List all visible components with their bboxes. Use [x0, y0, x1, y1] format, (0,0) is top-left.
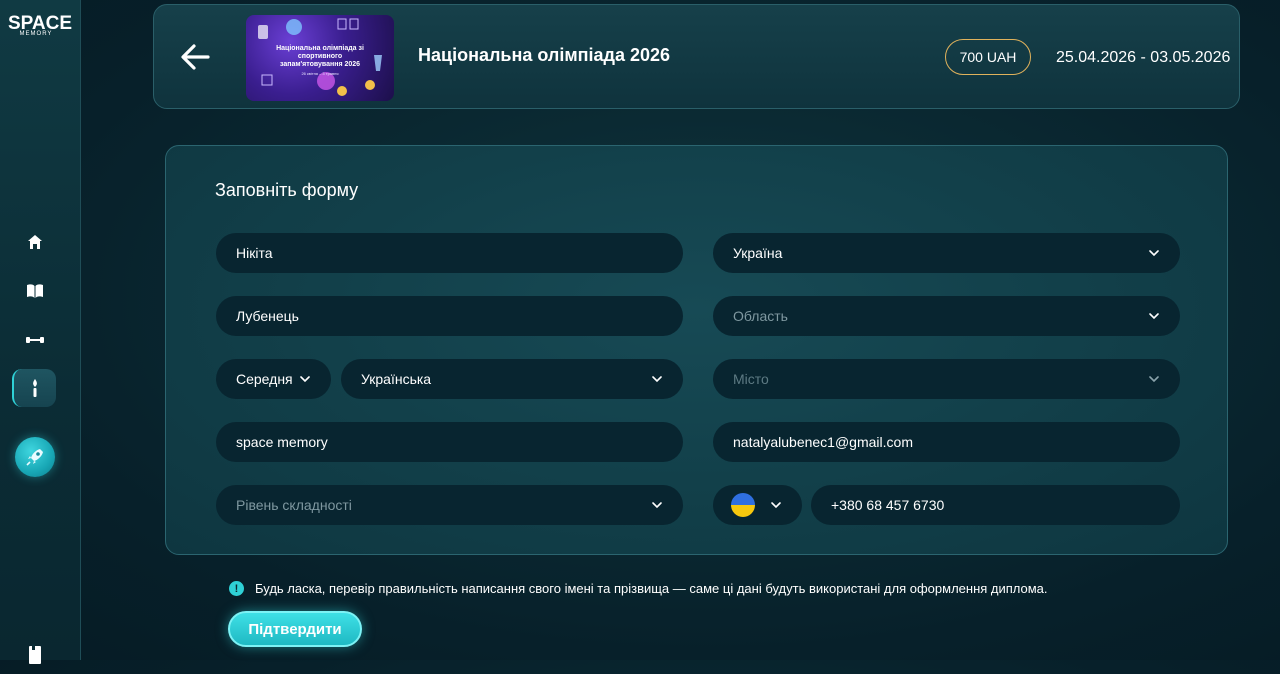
- language-value: Українська: [361, 371, 432, 387]
- organization-value: space memory: [236, 434, 328, 450]
- city-select[interactable]: Місто: [713, 359, 1180, 399]
- book-icon[interactable]: [15, 271, 55, 311]
- confirm-button[interactable]: Підтвердити: [228, 611, 362, 647]
- school-type-value: Середня: [236, 371, 293, 387]
- first-name-value: Нікіта: [236, 245, 273, 261]
- country-select[interactable]: Україна: [713, 233, 1180, 273]
- chevron-down-icon: [300, 376, 310, 383]
- back-arrow-icon[interactable]: [180, 43, 212, 71]
- dumbbell-icon[interactable]: [15, 320, 55, 360]
- torch-icon[interactable]: [12, 369, 56, 407]
- logo[interactable]: SPACE MEMORY: [8, 14, 72, 50]
- phone-value: +380 68 457 6730: [831, 497, 945, 513]
- sidebar: SPACE MEMORY: [0, 0, 81, 664]
- phone-input[interactable]: +380 68 457 6730: [811, 485, 1180, 525]
- chevron-down-icon: [771, 502, 781, 509]
- difficulty-placeholder: Рівень складності: [236, 497, 352, 513]
- page-title: Національна олімпіада 2026: [418, 45, 670, 65]
- notice-text: Будь ласка, перевір правильність написан…: [255, 581, 1048, 596]
- chevron-down-icon: [1149, 313, 1159, 320]
- chevron-down-icon: [1149, 376, 1159, 383]
- phone-country-select[interactable]: [713, 485, 802, 525]
- region-placeholder: Область: [733, 308, 788, 324]
- door-icon[interactable]: [15, 634, 55, 674]
- chevron-down-icon: [652, 376, 662, 383]
- olympiad-header: Національна олімпіада зі спортивного зап…: [153, 4, 1240, 109]
- chevron-down-icon: [1149, 250, 1159, 257]
- language-select[interactable]: Українська: [341, 359, 683, 399]
- ukraine-flag-icon: [731, 493, 755, 517]
- price-badge: 700 UAH: [945, 39, 1031, 75]
- region-select[interactable]: Область: [713, 296, 1180, 336]
- country-value: Україна: [733, 245, 783, 261]
- info-icon: !: [229, 581, 244, 596]
- last-name-input[interactable]: Лубенець: [216, 296, 683, 336]
- event-dates: 25.04.2026 - 03.05.2026: [1056, 49, 1231, 66]
- home-icon[interactable]: [15, 222, 55, 262]
- email-input[interactable]: natalyalubenec1@gmail.com: [713, 422, 1180, 462]
- city-placeholder: Місто: [733, 371, 769, 387]
- school-type-select[interactable]: Середня: [216, 359, 331, 399]
- rocket-icon[interactable]: [15, 437, 55, 477]
- chevron-down-icon: [652, 502, 662, 509]
- difficulty-select[interactable]: Рівень складності: [216, 485, 683, 525]
- banner-title: Національна олімпіада зі спортивного зап…: [276, 45, 364, 68]
- form-title: Заповніть форму: [215, 180, 359, 200]
- banner-dates: 26 квітня – 3 травня: [301, 71, 339, 76]
- registration-form: Заповніть форму Нікіта Лубенець Середня …: [165, 145, 1228, 555]
- organization-input[interactable]: space memory: [216, 422, 683, 462]
- olympiad-banner-image: Національна олімпіада зі спортивного зап…: [246, 15, 394, 101]
- email-value: natalyalubenec1@gmail.com: [733, 434, 913, 450]
- first-name-input[interactable]: Нікіта: [216, 233, 683, 273]
- last-name-value: Лубенець: [236, 308, 299, 324]
- diploma-notice: ! Будь ласка, перевір правильність напис…: [229, 581, 1048, 596]
